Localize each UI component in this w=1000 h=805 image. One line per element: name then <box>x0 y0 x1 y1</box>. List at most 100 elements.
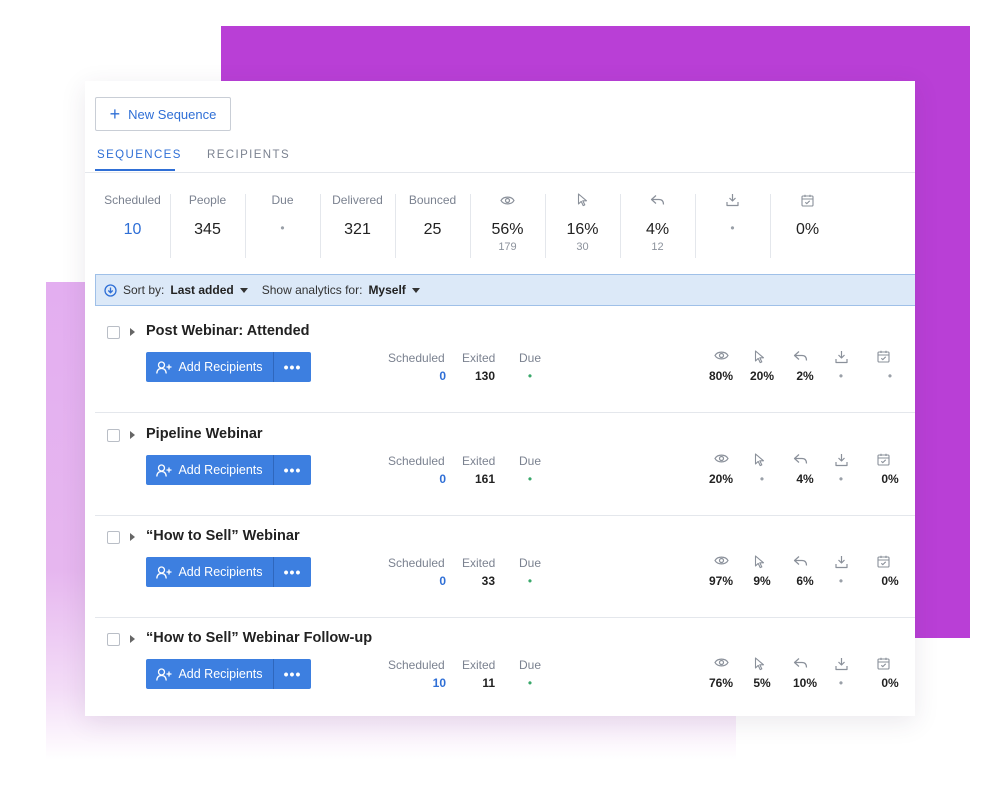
row-checkbox[interactable] <box>107 326 120 339</box>
opened-value: 97% <box>708 574 734 588</box>
stat-value: 345 <box>194 221 221 238</box>
cursor-icon <box>744 555 774 569</box>
add-recipients-button: Add Recipients ••• <box>146 557 311 587</box>
scheduled-value[interactable]: 10 <box>395 676 446 690</box>
row-checkbox[interactable] <box>107 531 120 544</box>
sequence-row: Pipeline Webinar Add Recipients ••• Sche… <box>95 414 915 516</box>
more-options-button[interactable]: ••• <box>273 557 311 587</box>
sort-dropdown[interactable]: Last added <box>170 283 255 297</box>
stat-value: 321 <box>344 221 371 238</box>
cursor-icon <box>744 657 774 671</box>
exited-value: 33 <box>481 574 495 588</box>
scheduled-value[interactable]: 0 <box>395 369 446 383</box>
expand-caret-icon[interactable] <box>130 328 135 336</box>
opened-value: 76% <box>708 676 734 690</box>
sequence-title[interactable]: Pipeline Webinar <box>146 426 263 442</box>
meetings-value: • <box>887 369 893 383</box>
downloaded-value: • <box>838 574 844 588</box>
opened-value: 80% <box>708 369 734 383</box>
stat-value: 0% <box>795 221 820 238</box>
add-recipients-label: Add Recipients <box>178 360 263 374</box>
sort-value: Last added <box>170 283 234 297</box>
new-sequence-label: New Sequence <box>128 106 217 122</box>
exited-label: Exited <box>462 454 496 468</box>
active-tab-indicator <box>95 169 175 171</box>
expand-caret-icon[interactable] <box>130 533 135 541</box>
stat-bounced: Bounced 25 <box>395 191 470 261</box>
add-recipients-button: Add Recipients ••• <box>146 659 311 689</box>
analytics-label: Show analytics for: <box>261 283 363 297</box>
add-recipients-main[interactable]: Add Recipients <box>146 455 273 485</box>
downloaded-value: • <box>838 472 844 486</box>
meetings-value: 0% <box>881 574 899 588</box>
analytics-dropdown[interactable]: Myself <box>368 283 427 297</box>
stat-count: 179 <box>498 241 517 253</box>
scheduled-label: Scheduled <box>388 351 445 365</box>
more-options-button[interactable]: ••• <box>273 659 311 689</box>
add-person-icon <box>156 360 172 374</box>
exited-label: Exited <box>462 556 496 570</box>
more-options-button[interactable]: ••• <box>273 352 311 382</box>
cursor-icon <box>744 350 774 364</box>
replied-value: 10% <box>792 676 818 690</box>
download-icon <box>826 453 856 467</box>
row-checkbox[interactable] <box>107 633 120 646</box>
add-recipients-label: Add Recipients <box>178 565 263 579</box>
expand-caret-icon[interactable] <box>130 431 135 439</box>
add-recipients-main[interactable]: Add Recipients <box>146 352 273 382</box>
stat-label: Delivered <box>332 193 383 207</box>
stat-count: 30 <box>576 241 589 253</box>
clicked-value: 20% <box>749 369 775 383</box>
stat-opened: 56% 179 <box>470 191 545 261</box>
calendar-icon <box>868 453 898 467</box>
clicked-value: 9% <box>753 574 771 588</box>
scheduled-value[interactable]: 0 <box>395 574 446 588</box>
sequence-title[interactable]: “How to Sell” Webinar Follow-up <box>146 630 372 646</box>
add-recipients-main[interactable]: Add Recipients <box>146 557 273 587</box>
exited-label: Exited <box>462 351 496 365</box>
reply-icon <box>785 657 815 671</box>
due-label: Due <box>519 556 542 570</box>
replied-value: 6% <box>796 574 814 588</box>
add-person-icon <box>156 667 172 681</box>
sequence-title[interactable]: Post Webinar: Attended <box>146 323 310 339</box>
caret-down-icon <box>239 287 248 293</box>
due-label: Due <box>519 454 542 468</box>
calendar-icon <box>868 657 898 671</box>
reply-icon <box>785 350 815 364</box>
more-options-button[interactable]: ••• <box>273 455 311 485</box>
stat-count: 12 <box>651 241 664 253</box>
eye-icon <box>470 191 545 209</box>
sequence-row: “How to Sell” Webinar Add Recipients •••… <box>95 516 915 618</box>
download-icon <box>826 555 856 569</box>
expand-caret-icon[interactable] <box>130 635 135 643</box>
stat-label: Scheduled <box>104 193 161 207</box>
replied-value: 4% <box>796 472 814 486</box>
calendar-icon <box>770 191 845 209</box>
plus-icon: + <box>109 104 121 124</box>
caret-down-icon <box>411 287 420 293</box>
sequences-panel: + New Sequence SEQUENCES RECIPIENTS Sche… <box>85 81 915 716</box>
tab-recipients[interactable]: RECIPIENTS <box>207 149 290 161</box>
stat-people: People 345 <box>170 191 245 261</box>
reply-icon <box>620 191 695 209</box>
replied-value: 2% <box>796 369 814 383</box>
add-recipients-main[interactable]: Add Recipients <box>146 659 273 689</box>
add-recipients-button: Add Recipients ••• <box>146 352 311 382</box>
eye-icon <box>706 555 736 569</box>
sequence-title[interactable]: “How to Sell” Webinar <box>146 528 300 544</box>
due-value: • <box>527 472 533 486</box>
scheduled-value[interactable]: 0 <box>395 472 446 486</box>
tab-sequences[interactable]: SEQUENCES <box>97 149 182 161</box>
stat-label: Bounced <box>408 193 457 207</box>
downloaded-value: • <box>838 369 844 383</box>
exited-value: 161 <box>474 472 495 486</box>
stat-delivered: Delivered 321 <box>320 191 395 261</box>
new-sequence-button[interactable]: + New Sequence <box>95 97 231 131</box>
stat-value[interactable]: 10 <box>95 221 170 239</box>
row-checkbox[interactable] <box>107 429 120 442</box>
calendar-icon <box>868 350 898 364</box>
meetings-value: 0% <box>881 472 899 486</box>
add-person-icon <box>156 565 172 579</box>
due-value: • <box>527 369 533 383</box>
